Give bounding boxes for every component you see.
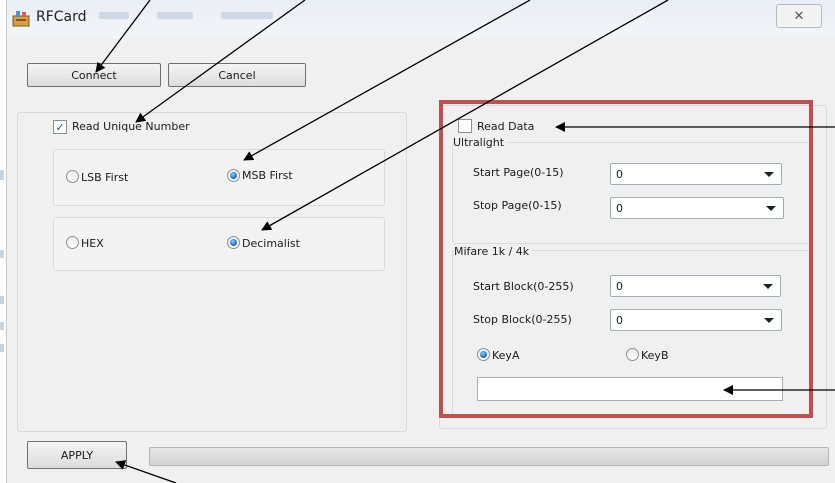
arrow-to-read-unique — [135, 0, 306, 123]
arrow-to-connect — [95, 0, 151, 73]
arrow-to-msb-first — [243, 0, 531, 161]
arrow-to-decimalist — [261, 0, 669, 231]
arrow-to-apply — [115, 460, 177, 483]
annotation-arrows — [95, 0, 835, 483]
